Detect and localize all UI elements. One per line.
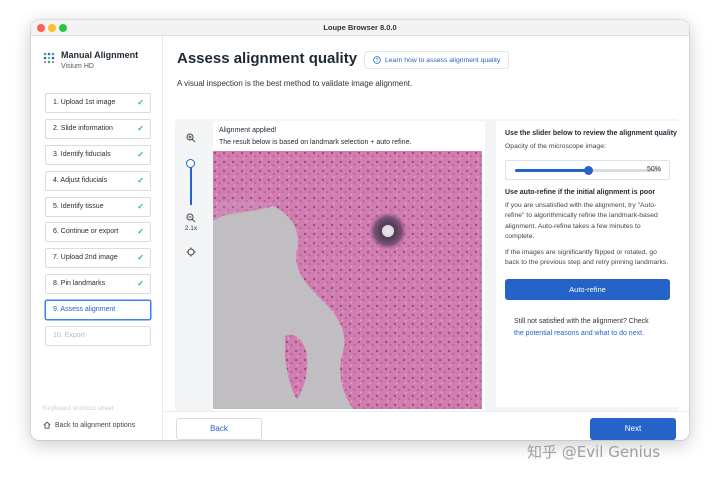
step-label: 8. Pin landmarks (53, 280, 106, 288)
keyboard-shortcut-link[interactable]: Keyboard shortcut sheet (43, 405, 161, 415)
title-bar: Loupe Browser 8.0.0 (31, 20, 689, 36)
zoom-slider-handle[interactable] (186, 159, 195, 168)
potential-reasons-link[interactable]: the potential reasons and what to do nex… (514, 328, 661, 340)
step-label: 7. Upload 2nd image (53, 254, 118, 262)
step-item[interactable]: 6. Continue or export ✓ (45, 222, 151, 243)
checkmark-icon: ✓ (137, 201, 144, 211)
autorefine-heading: Use auto-refine if the initial alignment… (505, 188, 656, 196)
next-button[interactable]: Next (590, 418, 676, 440)
step-item[interactable]: 8. Pin landmarks ✓ (45, 274, 151, 295)
watermark: 知乎 @Evil Genius (527, 443, 661, 461)
not-satisfied-note: Still not satisfied with the alignment? … (505, 310, 670, 346)
learn-how-label: Learn how to assess alignment quality (385, 56, 501, 64)
step-item: 10. Export (45, 326, 151, 347)
app-window: Loupe Browser 8.0.0 Manual Alignment Vis… (31, 20, 689, 440)
zoom-out-icon[interactable] (184, 211, 198, 225)
page-subtitle: A visual inspection is the best method t… (177, 79, 413, 88)
checkmark-icon: ✓ (137, 253, 144, 263)
opacity-label: Opacity of the microscope image: (505, 143, 606, 150)
page-title: Assess alignment quality (177, 50, 358, 67)
step-label: 6. Continue or export (53, 228, 119, 236)
step-label: 4. Adjust fiducials (53, 176, 108, 184)
home-icon (43, 421, 51, 429)
back-to-alignment-options-link[interactable]: Back to alignment options (43, 421, 161, 429)
step-item[interactable]: 4. Adjust fiducials ✓ (45, 170, 151, 191)
back-button[interactable]: Back (176, 418, 262, 440)
viewer-toolbar: 2.1x (180, 119, 202, 411)
sidebar: Manual Alignment Visium HD 1. Upload 1st… (31, 36, 163, 440)
back-to-alignment-options-label: Back to alignment options (55, 421, 136, 429)
step-label: 10. Export (53, 332, 85, 340)
tissue-image[interactable] (213, 151, 482, 409)
window-title: Loupe Browser 8.0.0 (323, 23, 397, 32)
checkmark-icon: ✓ (137, 175, 144, 185)
checkmark-icon: ✓ (137, 279, 144, 289)
step-label: 1. Upload 1st image (53, 99, 116, 106)
not-satisfied-text: Still not satisfied with the alignment? … (514, 317, 649, 325)
step-item[interactable]: 5. Identify tissue ✓ (45, 196, 151, 217)
alignment-workarea: 2.1x Alignment applied! The result below… (175, 119, 679, 411)
learn-how-link[interactable]: ? Learn how to assess alignment quality (364, 51, 510, 69)
step-item[interactable]: 7. Upload 2nd image ✓ (45, 248, 151, 269)
app-title: Manual Alignment (61, 50, 139, 60)
auto-refine-button[interactable]: Auto-refine (505, 278, 670, 300)
app-subtitle: Visium HD (61, 63, 94, 70)
recenter-icon[interactable] (184, 245, 198, 259)
step-label: 5. Identify tissue (53, 202, 104, 210)
checkmark-icon: ✓ (137, 227, 144, 237)
step-item[interactable]: 3. Identify fiducials ✓ (45, 144, 151, 165)
main-content: Assess alignment quality ? Learn how to … (164, 36, 689, 440)
alignment-dots-icon (43, 52, 55, 64)
review-heading: Use the slider below to review the align… (505, 130, 677, 137)
step-label: 2. Slide information (53, 124, 113, 132)
opacity-slider[interactable]: 50% (505, 159, 670, 180)
autorefine-description: If you are unsatisfied with the alignmen… (505, 201, 658, 241)
checkmark-icon: ✓ (137, 149, 144, 159)
opacity-slider-track[interactable] (515, 165, 661, 175)
step-list: 1. Upload 1st image ✓ 2. Slide information… (45, 93, 151, 352)
opacity-slider-handle[interactable] (584, 165, 593, 175)
review-panel: Use the slider below to review the align… (496, 121, 679, 407)
help-icon: ? (373, 56, 381, 64)
zoom-in-icon[interactable] (184, 131, 198, 145)
step-item[interactable]: 9. Assess alignment (45, 300, 151, 321)
alignment-result-text: The result below is based on landmark se… (219, 139, 412, 146)
flipped-description: If the images are significantly flipped … (505, 248, 669, 267)
checkmark-icon: ✓ (137, 123, 144, 133)
checkmark-icon: ✓ (137, 98, 144, 107)
step-label: 3. Identify fiducials (53, 150, 111, 158)
zoom-level: 2.1x (184, 225, 198, 232)
sidebar-footer: Keyboard shortcut sheet Back to alignmen… (43, 405, 161, 429)
alignment-caption: Alignment applied! The result below is b… (219, 125, 411, 149)
image-viewer[interactable]: Alignment applied! The result below is b… (213, 121, 485, 411)
footer-bar: Back Next (164, 411, 689, 440)
step-item[interactable]: 2. Slide information ✓ (45, 118, 151, 139)
step-item[interactable]: 1. Upload 1st image ✓ (45, 93, 151, 113)
opacity-slider-fill (515, 168, 588, 172)
svg-text:?: ? (376, 58, 379, 64)
step-label: 9. Assess alignment (53, 306, 116, 314)
alignment-applied-text: Alignment applied! (219, 127, 277, 134)
opacity-value: 50% (646, 165, 661, 173)
